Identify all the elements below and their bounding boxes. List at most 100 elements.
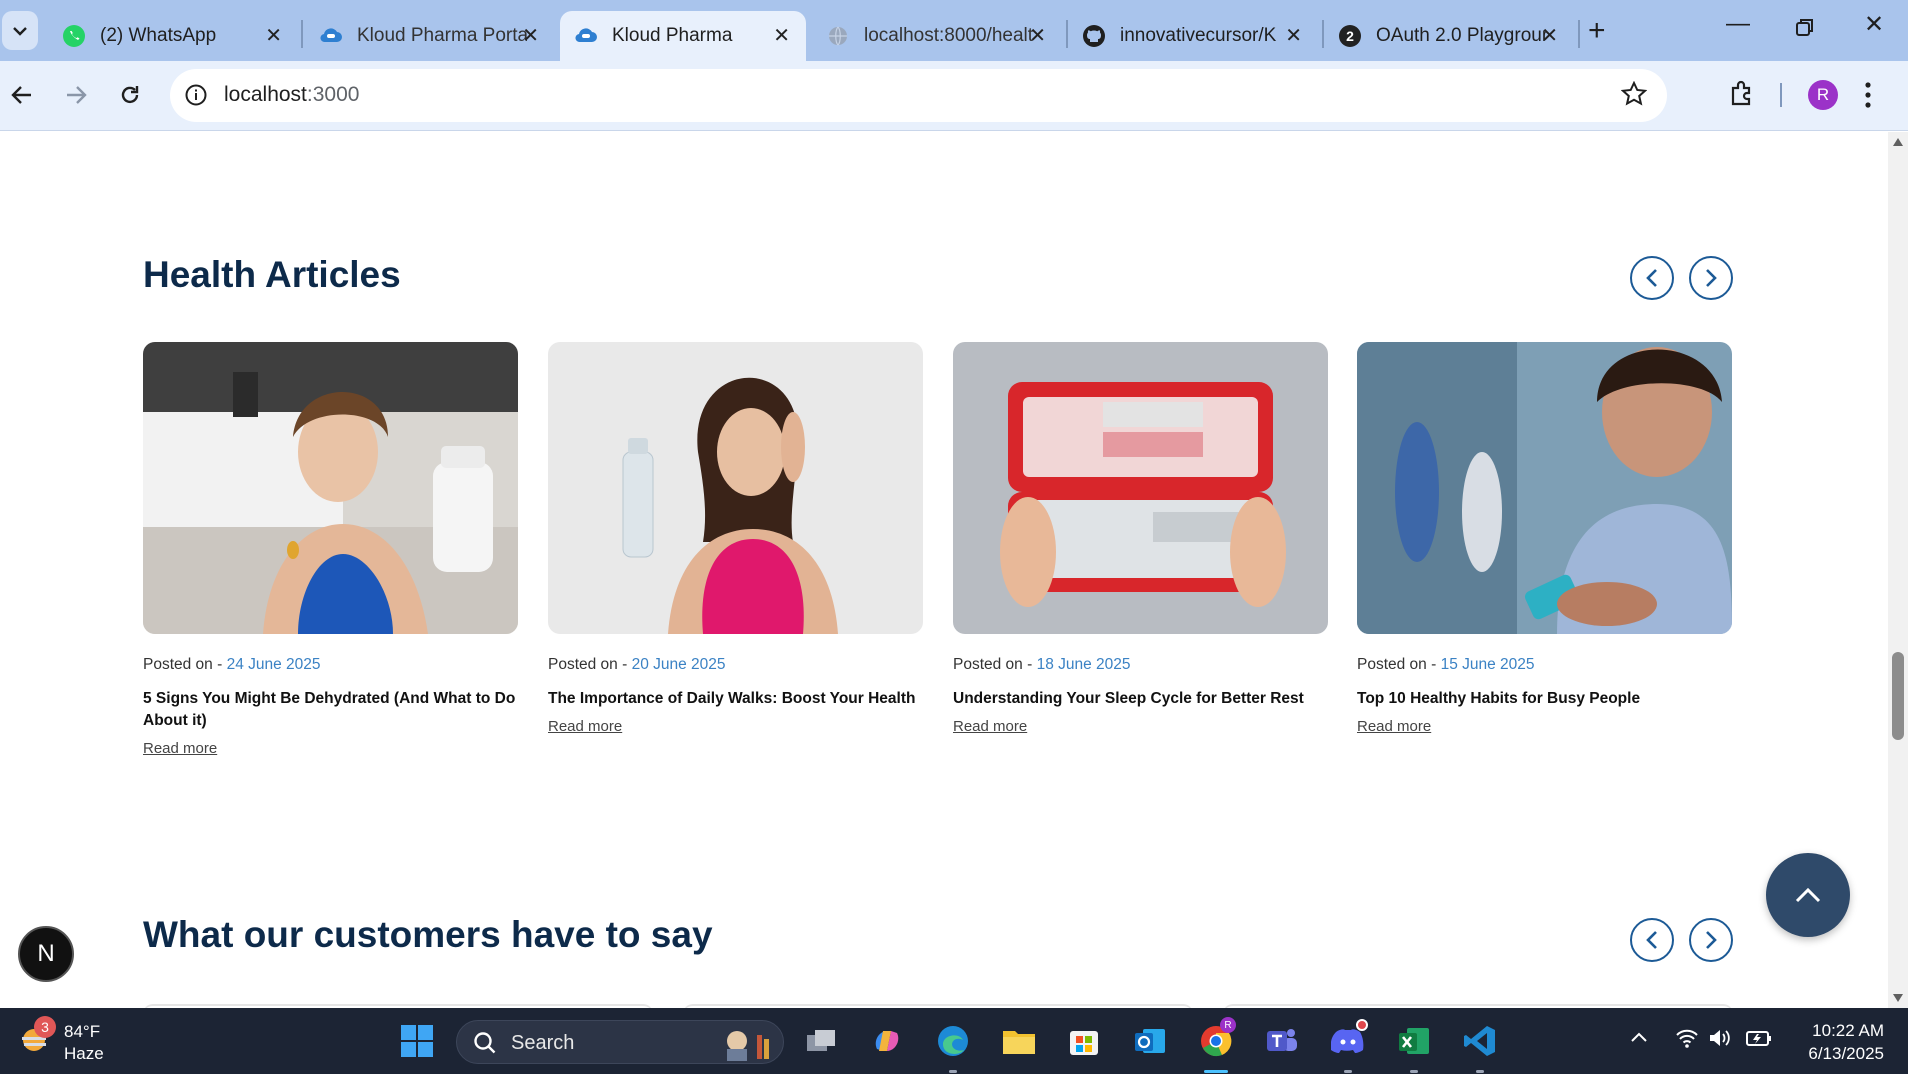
chrome-icon[interactable]: R [1196, 1017, 1236, 1061]
article-card[interactable]: Posted on - 15 June 2025 Top 10 Healthy … [1357, 342, 1732, 736]
article-title[interactable]: Understanding Your Sleep Cycle for Bette… [953, 688, 1328, 710]
article-title[interactable]: 5 Signs You Might Be Dehydrated (And Wha… [143, 688, 518, 732]
chevron-right-icon [1706, 931, 1717, 949]
testimonials-next-button[interactable] [1689, 918, 1733, 962]
weather-condition: Haze [64, 1044, 104, 1063]
volume-icon[interactable] [1708, 1028, 1732, 1053]
reload-icon [121, 86, 139, 104]
article-date: 24 June 2025 [226, 656, 321, 673]
new-tab-button[interactable]: + [1588, 14, 1606, 48]
browser-menu-icon[interactable] [1864, 81, 1872, 114]
article-title[interactable]: The Importance of Daily Walks: Boost You… [548, 688, 923, 710]
close-tab-icon[interactable]: ✕ [1029, 23, 1046, 48]
outlook-icon[interactable] [1130, 1021, 1170, 1061]
site-info-icon[interactable] [184, 83, 208, 112]
tab-oauth-playground[interactable]: 2 OAuth 2.0 Playground ✕ [1324, 11, 1574, 61]
windows-start-icon[interactable] [397, 1021, 437, 1061]
task-view-icon[interactable] [801, 1021, 841, 1061]
battery-charging-icon[interactable] [1746, 1028, 1772, 1053]
read-more-link[interactable]: Read more [953, 718, 1027, 735]
weather-widget[interactable]: 3 84°F Haze [16, 1016, 104, 1063]
tab-localhost-8000[interactable]: localhost:8000/health ✕ [812, 11, 1062, 61]
taskbar-search-box[interactable]: Search [456, 1020, 784, 1064]
tab-title: Kloud Pharma [612, 25, 733, 46]
extensions-icon[interactable] [1728, 79, 1756, 112]
article-posted-line: Posted on - 18 June 2025 [953, 656, 1328, 674]
chrome-profile-badge: R [1220, 1017, 1236, 1033]
svg-text:2: 2 [1346, 28, 1354, 44]
scroll-to-top-button[interactable] [1766, 853, 1850, 937]
article-posted-line: Posted on - 20 June 2025 [548, 656, 923, 674]
posted-prefix: Posted on - [548, 656, 632, 673]
article-image-woman-with-supplements[interactable] [143, 342, 518, 634]
read-more-link[interactable]: Read more [143, 740, 217, 757]
file-explorer-icon[interactable] [999, 1021, 1039, 1061]
teams-icon[interactable] [1262, 1021, 1302, 1061]
vscode-icon[interactable] [1460, 1021, 1500, 1061]
reload-button[interactable] [112, 77, 148, 113]
close-tab-icon[interactable]: ✕ [522, 23, 539, 48]
tab-search-button[interactable] [2, 11, 38, 50]
nextjs-dev-badge[interactable]: N [18, 926, 74, 982]
article-card[interactable]: Posted on - 18 June 2025 Understanding Y… [953, 342, 1328, 736]
arrow-left-icon [11, 86, 31, 104]
cloud-icon [319, 24, 343, 48]
browser-toolbar: localhost:3000 [0, 61, 1908, 131]
profile-avatar[interactable]: R [1808, 80, 1838, 110]
article-date: 18 June 2025 [1036, 656, 1131, 673]
scroll-down-arrow-icon[interactable] [1893, 994, 1903, 1002]
system-clock[interactable]: 10:22 AM 6/13/2025 [1808, 1019, 1884, 1065]
weather-notification-badge: 3 [34, 1016, 56, 1038]
close-tab-icon[interactable]: ✕ [773, 23, 790, 48]
windows-taskbar: 3 84°F Haze Search R 10:22 AM 6/13/2025 [0, 1008, 1908, 1074]
close-tab-icon[interactable]: ✕ [265, 23, 282, 48]
discord-icon[interactable] [1328, 1019, 1368, 1061]
forward-button[interactable] [58, 77, 94, 113]
edge-icon[interactable] [933, 1021, 973, 1061]
bookmark-star-icon[interactable] [1620, 80, 1648, 112]
url-text[interactable]: localhost:3000 [224, 83, 359, 107]
tab-title: localhost:8000/health [864, 25, 1034, 46]
article-image-man-glucose-meter[interactable] [1357, 342, 1732, 634]
testimonials-prev-button[interactable] [1630, 918, 1674, 962]
tab-kloud-pharma-active[interactable]: Kloud Pharma ✕ [560, 11, 806, 61]
articles-next-button[interactable] [1689, 256, 1733, 300]
microsoft-store-icon[interactable] [1064, 1021, 1104, 1061]
restore-button[interactable] [1795, 16, 1815, 44]
article-image-woman-with-water[interactable] [548, 342, 923, 634]
chevron-up-icon [1795, 887, 1821, 903]
toolbar-divider [1780, 83, 1782, 107]
minimize-button[interactable]: — [1726, 10, 1750, 38]
close-tab-icon[interactable]: ✕ [1541, 23, 1558, 48]
search-icon [474, 1032, 496, 1054]
scrollbar-thumb[interactable] [1892, 652, 1904, 740]
read-more-link[interactable]: Read more [1357, 718, 1431, 735]
article-image-first-aid-kit[interactable] [953, 342, 1328, 634]
url-host: localhost [224, 83, 307, 106]
chevron-right-icon [1706, 269, 1717, 287]
clock-date: 6/13/2025 [1808, 1044, 1884, 1063]
close-window-button[interactable]: ✕ [1864, 10, 1884, 39]
read-more-link[interactable]: Read more [548, 718, 622, 735]
tab-whatsapp[interactable]: (2) WhatsApp ✕ [48, 11, 298, 61]
scroll-up-arrow-icon[interactable] [1893, 138, 1903, 146]
page-scrollbar[interactable] [1888, 132, 1908, 1008]
tab-title: (2) WhatsApp [100, 25, 217, 46]
article-card[interactable]: Posted on - 20 June 2025 The Importance … [548, 342, 923, 736]
back-button[interactable] [4, 77, 40, 113]
tab-kloud-pharma-portal[interactable]: Kloud Pharma Portal ✕ [305, 11, 555, 61]
show-hidden-icons-chevron-up-icon[interactable] [1630, 1030, 1648, 1048]
active-app-indicator [1204, 1070, 1228, 1073]
article-title[interactable]: Top 10 Healthy Habits for Busy People [1357, 688, 1732, 710]
close-tab-icon[interactable]: ✕ [1285, 23, 1302, 48]
copilot-icon[interactable] [867, 1021, 907, 1061]
testimonials-title: What our customers have to say [143, 914, 713, 955]
address-bar[interactable]: localhost:3000 [170, 69, 1667, 122]
discord-notification-dot [1356, 1019, 1368, 1031]
tab-github[interactable]: innovativecursor/K ✕ [1068, 11, 1318, 61]
articles-prev-button[interactable] [1630, 256, 1674, 300]
excel-icon[interactable] [1394, 1021, 1434, 1061]
wifi-icon[interactable] [1675, 1028, 1699, 1053]
article-card[interactable]: Posted on - 24 June 2025 5 Signs You Mig… [143, 342, 518, 758]
posted-prefix: Posted on - [953, 656, 1037, 673]
